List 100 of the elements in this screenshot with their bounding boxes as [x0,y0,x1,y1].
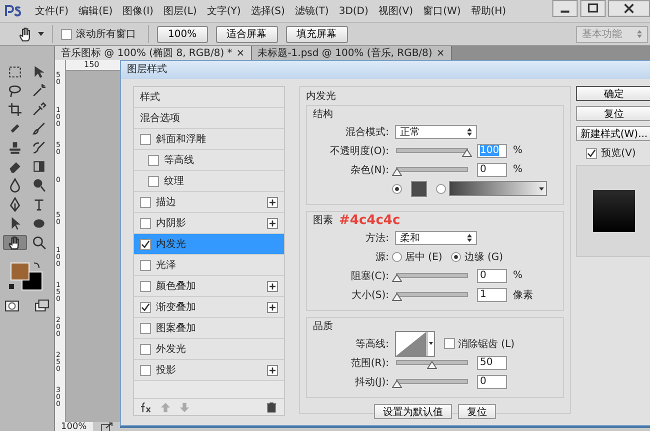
menu-item[interactable]: 视图(V) [373,4,418,18]
effect-item[interactable]: 斜面和浮雕 [134,129,284,150]
tab-close-button[interactable]: × [236,48,245,58]
dialog-button[interactable]: 确定 [576,86,650,101]
number-field[interactable]: 0 [477,162,507,176]
dialog-button[interactable]: 新建样式(W)... [576,126,650,141]
panel-title: 内发光 [306,90,337,103]
checkbox[interactable] [140,302,151,312]
plus-icon[interactable] [267,280,278,292]
section-title: 图素 [313,214,333,227]
slider-thumb[interactable] [427,361,437,369]
checkbox[interactable] [140,280,151,292]
menu-item[interactable]: 滤镜(T) [290,4,334,18]
dialog-button[interactable]: 复位 [576,106,650,121]
maximize-icon[interactable] [580,0,606,17]
dialog-button[interactable]: 设置为默认值 [374,404,452,419]
slider-thumb[interactable] [392,274,402,282]
unit-label: % [513,164,523,175]
effect-label: 等高线 [164,154,194,167]
document-tab[interactable]: 音乐图标 @ 100% (椭圆 8, RGB/8) * × [55,46,252,60]
effect-item[interactable]: 样式 [134,87,284,108]
radio-button[interactable] [436,184,446,194]
plus-icon[interactable] [267,302,278,312]
tab-close-button[interactable]: × [436,48,445,58]
effect-item[interactable]: 内发光 [134,234,284,255]
checkbox[interactable] [140,364,151,376]
checkbox[interactable] [140,196,151,208]
checkbox[interactable] [586,148,598,158]
caret-icon[interactable] [38,32,44,36]
effect-item[interactable]: 颜色叠加 [134,276,284,297]
effect-item[interactable]: 图案叠加 [134,318,284,339]
checkbox[interactable] [61,28,72,40]
effect-item[interactable]: 纹理 [134,171,284,192]
field-label: 等高线: [354,338,389,350]
checkbox-label: 预览(V) [601,147,636,160]
menu-item[interactable]: 窗口(W) [418,4,466,18]
number-field[interactable]: 50 [477,356,507,370]
effect-item[interactable]: 混合选项 [134,108,284,129]
slider-thumb[interactable] [392,168,402,176]
radio-label: 边缘 (G) [464,250,504,264]
toolbar-button[interactable]: 填充屏幕 [286,26,348,42]
export-icon[interactable] [100,422,113,431]
slider-thumb[interactable] [392,293,402,301]
effect-item[interactable]: 渐变叠加 [134,297,284,318]
trash-icon[interactable] [265,402,278,412]
menu-item[interactable]: 3D(D) [334,6,374,16]
effect-item[interactable]: 投影 [134,360,284,381]
radio-button[interactable] [451,252,462,262]
menu-item[interactable]: 文字(Y) [202,4,246,18]
effect-label: 描边 [156,196,176,209]
radio-button[interactable] [392,184,402,194]
slider-thumb[interactable] [392,380,402,388]
checkbox[interactable] [140,344,151,354]
toolbar-button[interactable]: 100% [157,26,208,42]
effect-item[interactable]: 内阴影 [134,213,284,234]
number-field[interactable]: 0 [477,268,507,282]
checkbox[interactable] [140,322,151,334]
slider-thumb[interactable] [462,149,472,157]
effect-item[interactable]: 描边 [134,192,284,213]
menu-item[interactable]: 帮助(H) [466,4,512,18]
toolbar-button[interactable]: 适合屏幕 [216,26,278,42]
checkbox[interactable] [140,260,151,270]
plus-icon[interactable] [267,218,278,228]
checkbox[interactable] [140,134,151,144]
checkbox-label: 滚动所有窗口 [76,28,136,41]
close-icon[interactable] [608,0,650,17]
plus-icon[interactable] [267,196,278,208]
menu-item[interactable]: 选择(S) [246,4,290,18]
effect-label: 颜色叠加 [156,280,196,293]
effect-item[interactable]: 外发光 [134,339,284,360]
number-field[interactable]: 1 [477,288,507,302]
number-field[interactable]: 0 [477,374,507,388]
color-swatch[interactable] [411,180,427,196]
effect-item[interactable]: 光泽 [134,255,284,276]
dropdown[interactable]: 柔和 [395,230,477,244]
checkbox[interactable] [140,238,151,250]
radio-button[interactable] [392,252,402,262]
contour-picker[interactable] [395,330,435,356]
menu-item[interactable]: 图像(I) [118,4,158,18]
checkbox[interactable] [148,176,159,186]
gradient-picker[interactable] [449,181,547,196]
caret-icon[interactable] [539,186,544,190]
dropdown[interactable]: 正常 [395,124,477,138]
menu-item[interactable]: 编辑(E) [74,4,118,18]
effect-label: 样式 [140,90,160,104]
zoom-field[interactable]: 100% [55,422,93,431]
effect-item[interactable]: 等高线 [134,150,284,171]
plus-icon[interactable] [267,364,278,376]
up-down-arrows-icon [637,30,642,38]
menu-item[interactable]: 图层(L) [158,4,202,18]
checkbox[interactable] [444,338,455,349]
checkbox[interactable] [140,218,151,228]
hand-icon[interactable] [3,235,27,250]
document-tab[interactable]: 未标题-1.psd @ 100% (音乐, RGB/8) × [252,46,452,60]
menu-item[interactable]: 文件(F) [30,4,74,18]
dialog-button[interactable]: 复位 [458,404,496,419]
fx-icon[interactable] [140,402,153,412]
minimize-icon[interactable] [552,0,578,17]
field-label: 不透明度(O): [328,144,389,158]
checkbox[interactable] [148,154,159,166]
